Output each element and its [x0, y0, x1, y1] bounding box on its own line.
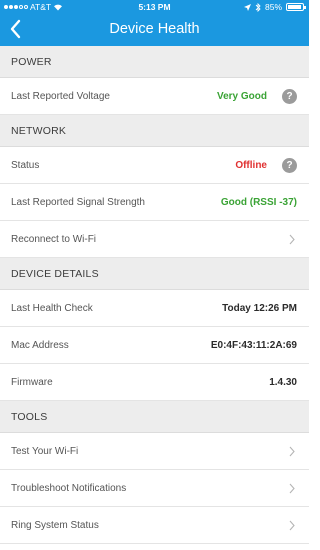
row-label: Last Reported Signal Strength: [11, 197, 145, 208]
chevron-right-icon: [289, 520, 295, 531]
row-last-reported-voltage: Last Reported Voltage Very Good ?: [0, 78, 309, 115]
chevron-right-icon: [289, 483, 295, 494]
row-mac-address: Mac Address E0:4F:43:11:2A:69: [0, 327, 309, 364]
status-right: 85%: [243, 2, 306, 12]
row-status: Status Offline ?: [0, 147, 309, 184]
page-title: Device Health: [109, 21, 200, 37]
row-label: Reconnect to Wi-Fi: [11, 234, 97, 245]
row-label: Status: [11, 160, 40, 171]
location-arrow-icon: [243, 3, 251, 11]
row-label: Test Your Wi-Fi: [11, 446, 79, 457]
row-label: Ring System Status: [11, 520, 99, 531]
row-last-health-check: Last Health Check Today 12:26 PM: [0, 290, 309, 327]
help-icon[interactable]: ?: [282, 89, 297, 104]
row-label: Firmware: [11, 377, 53, 388]
voltage-value: Very Good: [216, 91, 267, 102]
mac-address-value: E0:4F:43:11:2A:69: [210, 340, 297, 351]
nav-bar: Device Health: [0, 14, 309, 46]
health-check-value: Today 12:26 PM: [222, 303, 297, 314]
battery-icon: [286, 3, 306, 11]
row-signal-strength: Last Reported Signal Strength Good (RSSI…: [0, 184, 309, 221]
status-bar: AT&T 5:13 PM 85%: [0, 0, 309, 14]
signal-value: Good (RSSI -37): [220, 197, 297, 208]
status-value: Offline: [235, 160, 267, 171]
section-header-device-details: DEVICE DETAILS: [0, 258, 309, 290]
row-troubleshoot-notifications[interactable]: Troubleshoot Notifications: [0, 470, 309, 507]
row-test-wifi[interactable]: Test Your Wi-Fi: [0, 433, 309, 470]
row-label: Mac Address: [11, 340, 69, 351]
row-label: Last Health Check: [11, 303, 93, 314]
row-ring-system-status[interactable]: Ring System Status: [0, 507, 309, 544]
chevron-right-icon: [289, 234, 295, 245]
section-header-power: POWER: [0, 46, 309, 78]
row-reconnect-wifi[interactable]: Reconnect to Wi-Fi: [0, 221, 309, 258]
section-header-tools: TOOLS: [0, 401, 309, 433]
row-label: Troubleshoot Notifications: [11, 483, 127, 494]
firmware-value: 1.4.30: [269, 377, 297, 388]
row-firmware: Firmware 1.4.30: [0, 364, 309, 401]
chevron-right-icon: [289, 446, 295, 457]
battery-percent: 85%: [264, 2, 282, 12]
row-label: Last Reported Voltage: [11, 91, 110, 102]
section-header-network: NETWORK: [0, 115, 309, 147]
bluetooth-icon: [255, 2, 261, 12]
app-header: AT&T 5:13 PM 85% Device Health: [0, 0, 309, 46]
help-icon[interactable]: ?: [282, 158, 297, 173]
